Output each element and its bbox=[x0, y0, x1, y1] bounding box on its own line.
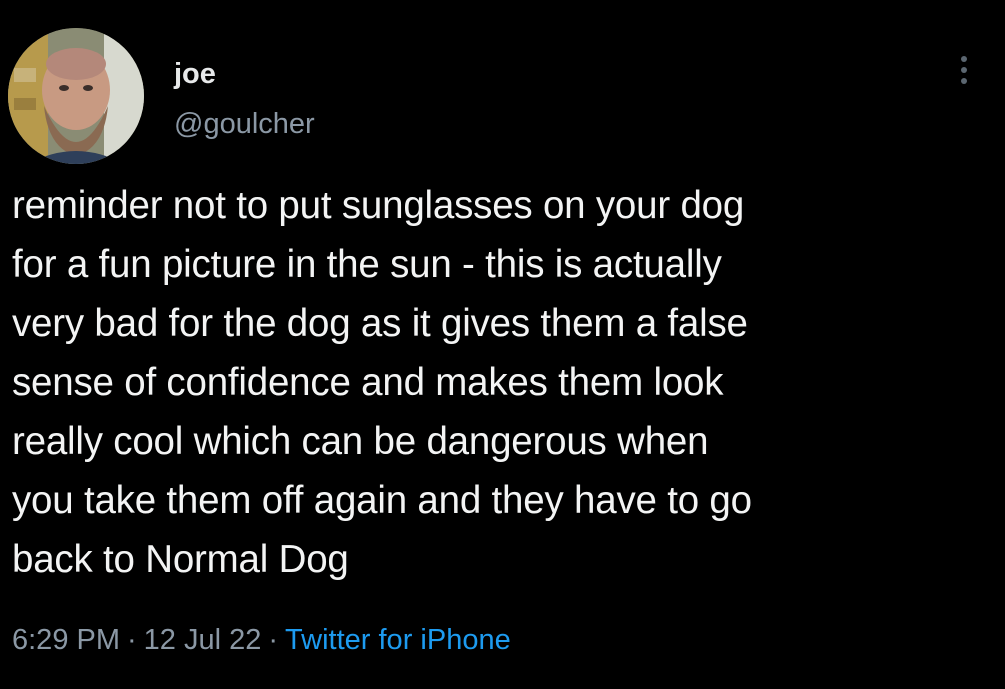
tweet-text-line: really cool which can be dangerous when bbox=[12, 420, 709, 463]
tweet-text-line: very bad for the dog as it gives them a … bbox=[12, 302, 748, 345]
tweet-text-line: reminder not to put sunglasses on your d… bbox=[12, 184, 745, 227]
meta-separator: · bbox=[268, 624, 279, 656]
user-handle[interactable]: @goulcher bbox=[174, 106, 315, 142]
tweet-date[interactable]: 12 Jul 22 bbox=[144, 624, 262, 656]
more-options-button[interactable] bbox=[948, 50, 980, 90]
tweet-time[interactable]: 6:29 PM bbox=[12, 624, 120, 656]
avatar-photo bbox=[8, 28, 144, 164]
more-options-icon bbox=[961, 67, 967, 73]
tweet-text-line: you take them off again and they have to… bbox=[12, 479, 752, 522]
display-name[interactable]: joe bbox=[174, 56, 216, 92]
more-options-icon bbox=[961, 56, 967, 62]
tweet-card: joe @goulcher reminder not to put sungla… bbox=[0, 0, 1005, 689]
meta-separator: · bbox=[127, 624, 137, 656]
tweet-text-line: sense of confidence and makes them look bbox=[12, 361, 724, 404]
tweet-source-link[interactable]: Twitter for iPhone bbox=[285, 624, 511, 656]
avatar[interactable] bbox=[8, 28, 144, 164]
tweet-text: reminder not to put sunglasses on your d… bbox=[12, 176, 997, 589]
tweet-text-line: back to Normal Dog bbox=[12, 538, 349, 581]
tweet-text-line: for a fun picture in the sun - this is a… bbox=[12, 243, 722, 286]
more-options-icon bbox=[961, 78, 967, 84]
tweet-metadata: 6:29 PM · 12 Jul 22 · Twitter for iPhone bbox=[12, 620, 511, 660]
